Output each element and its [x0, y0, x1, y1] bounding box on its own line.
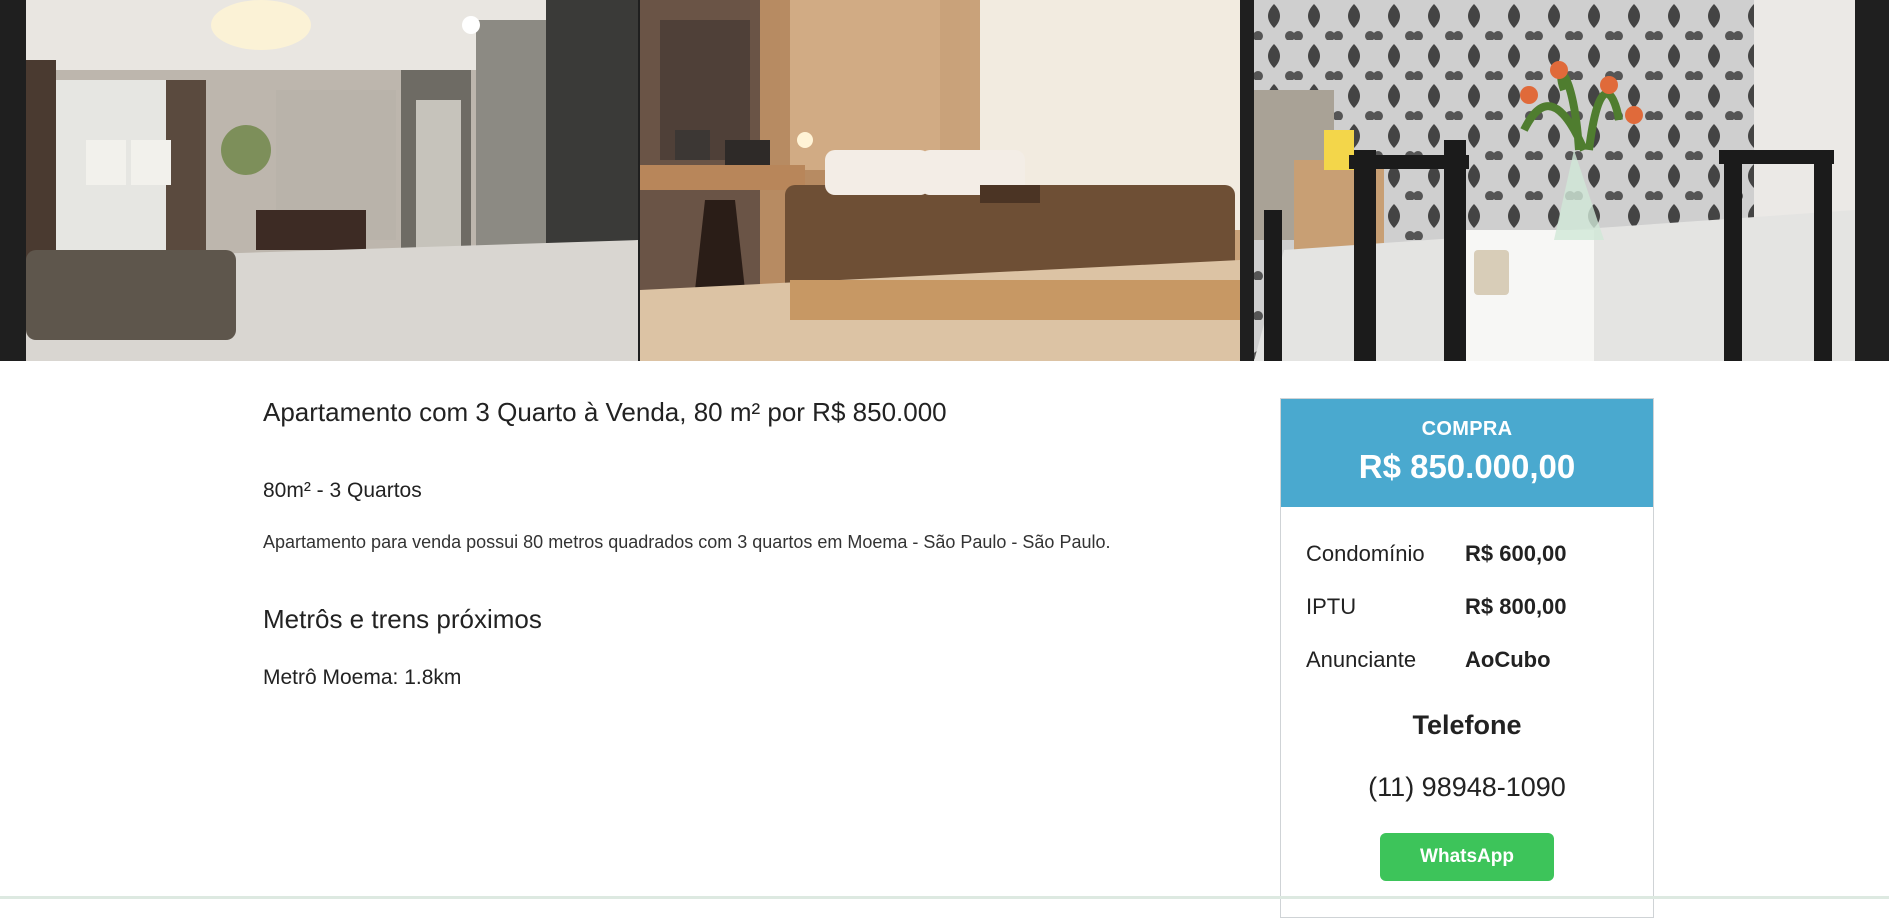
- phone-number[interactable]: (11) 98948-1090: [1281, 772, 1653, 803]
- listing-details: Apartamento com 3 Quarto à Venda, 80 m² …: [263, 397, 1243, 690]
- listing-description: Apartamento para venda possui 80 metros …: [263, 532, 1111, 552]
- gallery-photo-dining-room[interactable]: [1254, 0, 1855, 361]
- metro-item: Metrô Moema: 1.8km: [263, 666, 462, 689]
- living-room-image: [26, 0, 638, 361]
- advertiser-name: AoCubo: [1465, 646, 1551, 672]
- phone-heading: Telefone: [1412, 710, 1522, 740]
- listing-title: Apartamento com 3 Quarto à Venda, 80 m² …: [263, 397, 947, 427]
- sale-price: R$ 850.000,00: [1358, 448, 1576, 485]
- bedroom-image: [640, 0, 1240, 361]
- cost-details: Condomínio R$ 600,00 IPTU R$ 800,00 Anun…: [1281, 507, 1653, 686]
- listing-summary: 80m² - 3 Quartos: [263, 479, 422, 502]
- metro-section-title: Metrôs e trens próximos: [263, 604, 542, 634]
- transaction-type-label: COMPRA: [1421, 418, 1513, 440]
- dining-room-image: [1254, 0, 1855, 361]
- gallery-photo-living-room[interactable]: [26, 0, 638, 361]
- cost-row-label: IPTU: [1306, 593, 1357, 619]
- cost-row-label: Condomínio: [1306, 540, 1425, 566]
- cost-row-value: R$ 800,00: [1465, 593, 1567, 619]
- cost-row-label: Anunciante: [1306, 646, 1417, 672]
- cost-row-value: R$ 600,00: [1465, 540, 1567, 566]
- price-card: COMPRA R$ 850.000,00 Condomínio R$ 600,0…: [1280, 398, 1654, 918]
- whatsapp-button[interactable]: WhatsApp: [1380, 833, 1554, 881]
- gallery-photo-bedroom[interactable]: [640, 0, 1240, 361]
- cost-row-condominio: Condomínio R$ 600,00: [1306, 527, 1653, 580]
- cost-row-anunciante: Anunciante AoCubo: [1306, 633, 1653, 686]
- price-card-header: COMPRA R$ 850.000,00: [1281, 399, 1653, 507]
- cost-row-iptu: IPTU R$ 800,00: [1306, 580, 1653, 633]
- photo-gallery: [0, 0, 1889, 361]
